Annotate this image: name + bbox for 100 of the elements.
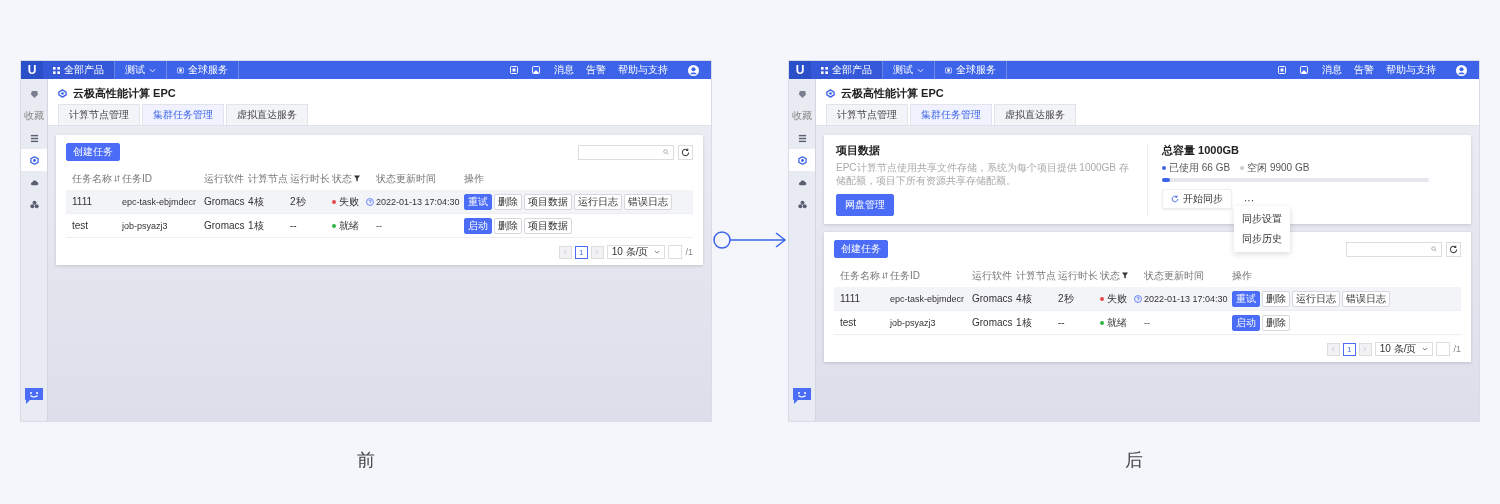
refresh-button[interactable]: [678, 144, 693, 160]
software-name: Gromacs: [204, 220, 245, 231]
top-menu-item[interactable]: 全部产品: [811, 61, 883, 79]
free-legend: 空闲 9900 GB: [1240, 161, 1310, 175]
tab[interactable]: 集群任务管理: [910, 104, 992, 125]
image-icon[interactable]: [532, 66, 540, 74]
screen-icon[interactable]: [510, 66, 518, 74]
action-button[interactable]: 删除: [1262, 290, 1290, 307]
column-header: 状态: [332, 171, 352, 186]
action-button[interactable]: 删除: [494, 217, 522, 234]
column-header: 状态更新时间: [376, 171, 436, 186]
grid-icon: [53, 66, 60, 74]
tab[interactable]: 集群任务管理: [142, 104, 224, 125]
status-label: 失败: [1107, 291, 1127, 306]
page-button[interactable]: 1: [1342, 342, 1356, 356]
column-header: 操作: [1232, 268, 1252, 283]
action-button[interactable]: 运行日志: [574, 193, 622, 210]
status-label: 就绪: [1107, 315, 1127, 330]
column-header: 运行软件: [972, 268, 1012, 283]
sidebar-item[interactable]: [789, 149, 815, 171]
create-task-button[interactable]: 创建任务: [66, 143, 120, 161]
page-size-select[interactable]: 10 条/页: [1374, 342, 1434, 356]
software-name: Gromacs: [972, 293, 1013, 304]
column-header: 运行时长: [290, 171, 330, 186]
logo[interactable]: U: [789, 61, 811, 79]
sort-icon[interactable]: [882, 272, 888, 279]
sort-icon[interactable]: [114, 175, 120, 182]
chat-icon[interactable]: [792, 387, 812, 405]
menu-item[interactable]: 同步历史: [1234, 229, 1290, 249]
hexagon-icon: [797, 155, 807, 165]
action-button[interactable]: 启动: [1232, 314, 1260, 331]
product-title: 云极高性能计算 EPC: [841, 85, 944, 101]
product-title: 云极高性能计算 EPC: [73, 85, 176, 101]
run-duration: 2秒: [1058, 291, 1074, 306]
action-button[interactable]: 错误日志: [624, 193, 672, 210]
avatar-icon[interactable]: [1456, 64, 1467, 76]
column-header: 计算节点: [1016, 268, 1056, 283]
action-button[interactable]: 重试: [464, 193, 492, 210]
action-button[interactable]: 项目数据: [524, 217, 572, 234]
logo[interactable]: U: [21, 61, 43, 79]
task-id: job-psyazj3: [890, 317, 936, 328]
tab[interactable]: 计算节点管理: [826, 104, 908, 125]
image-icon[interactable]: [1300, 66, 1308, 74]
avatar-icon[interactable]: [688, 64, 699, 76]
table-row[interactable]: test job-psyazj3 Gromacs 1核 -- 就绪 -- 启动 删除 项目数据: [66, 214, 693, 238]
filter-icon[interactable]: [1122, 272, 1128, 279]
action-button[interactable]: 删除: [494, 193, 522, 210]
action-button[interactable]: 运行日志: [1292, 290, 1340, 307]
highlighted-row[interactable]: 1111 epc-task-ebjmdecr Gromacs 4核 2秒 失败 2022-01-13 17:04:30 重试 删除 运行日志 错误日志: [834, 287, 1461, 311]
sidebar-item[interactable]: [21, 149, 47, 171]
chevron-down-icon: [149, 66, 156, 74]
screen-icon[interactable]: [1278, 66, 1286, 74]
node-count: 1核: [1016, 315, 1032, 330]
refresh-button[interactable]: [1446, 241, 1461, 257]
action-button[interactable]: 错误日志: [1342, 290, 1390, 307]
top-link[interactable]: 帮助与支持: [618, 63, 668, 77]
run-duration: 2秒: [290, 194, 306, 209]
top-link[interactable]: 消息: [1322, 63, 1342, 77]
page-jump-field[interactable]: [1436, 342, 1451, 356]
chevron-right-icon: [595, 249, 600, 255]
highlighted-row[interactable]: 1111 epc-task-ebjmdecr Gromacs 4核 2秒 失败 2022-01-13 17:04:30 重试 删除 项目数据 运行日志 错误日志: [66, 190, 693, 214]
action-button[interactable]: 启动: [464, 217, 492, 234]
cloud-icon: [797, 177, 807, 187]
help-icon[interactable]: [366, 197, 374, 206]
tab[interactable]: 计算节点管理: [58, 104, 140, 125]
column-header: 运行软件: [204, 171, 244, 186]
page-button[interactable]: 1: [574, 245, 588, 259]
chevron-down-icon: [917, 66, 924, 74]
update-time: 2022-01-13 17:04:30: [376, 196, 460, 207]
create-task-button[interactable]: 创建任务: [834, 240, 888, 258]
action-button[interactable]: 删除: [1262, 314, 1290, 331]
total-pages: /1: [685, 247, 693, 257]
chat-icon[interactable]: [24, 387, 44, 405]
search-field[interactable]: [1346, 241, 1442, 257]
action-button[interactable]: 重试: [1232, 290, 1260, 307]
page-size-select[interactable]: 10 条/页: [606, 245, 666, 259]
sync-button[interactable]: 开始同步: [1162, 189, 1232, 209]
top-link[interactable]: 告警: [586, 63, 606, 77]
disk-manage-button[interactable]: 网盘管理: [836, 194, 894, 216]
table-row[interactable]: test job-psyazj3 Gromacs 1核 -- 就绪 -- 启动 删除: [834, 311, 1461, 335]
update-time: --: [1144, 317, 1150, 328]
page-jump-field[interactable]: [668, 245, 683, 259]
action-button[interactable]: 项目数据: [524, 193, 572, 210]
gem-icon: [29, 89, 39, 99]
top-menu-item[interactable]: 全部产品: [43, 61, 115, 79]
search-field[interactable]: [578, 144, 674, 160]
filter-icon[interactable]: [354, 175, 360, 182]
menu-item[interactable]: 同步设置: [1234, 209, 1290, 229]
status-label: 就绪: [339, 218, 359, 233]
more-button[interactable]: ···: [1242, 195, 1256, 206]
top-link[interactable]: 消息: [554, 63, 574, 77]
tab[interactable]: 虚拟直达服务: [226, 104, 308, 125]
capacity-title: 总容量 1000GB: [1162, 143, 1241, 158]
tab[interactable]: 虚拟直达服务: [994, 104, 1076, 125]
top-link[interactable]: 帮助与支持: [1386, 63, 1436, 77]
top-link[interactable]: 告警: [1354, 63, 1374, 77]
product-icon: [58, 88, 67, 98]
task-id: epc-task-ebjmdecr: [122, 196, 197, 207]
help-icon[interactable]: [1134, 294, 1142, 303]
caption: 后: [1125, 449, 1143, 472]
